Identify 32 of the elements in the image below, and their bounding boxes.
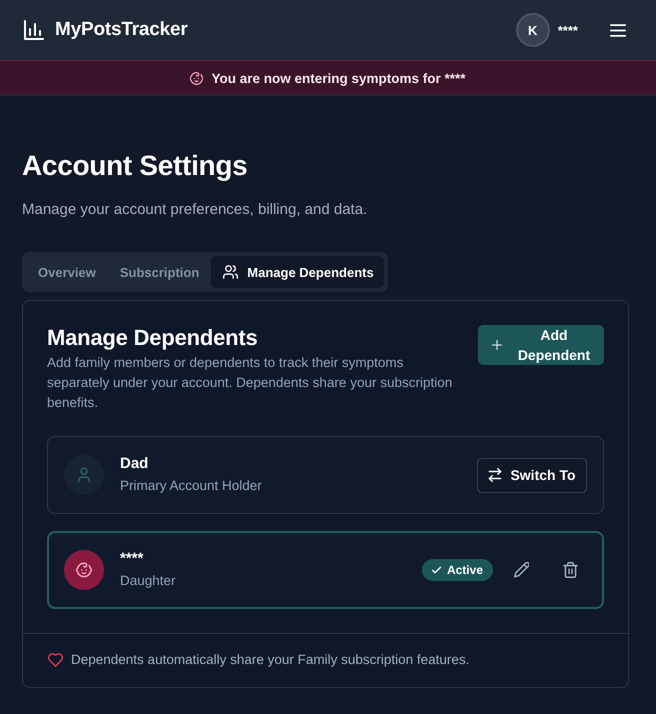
section-title: Manage Dependents [47, 325, 259, 351]
plus-icon [492, 340, 502, 350]
banner-text: You are now entering symptoms for **** [211, 70, 466, 86]
dependent-relation: Daughter [120, 572, 177, 590]
baby-face-icon [64, 550, 104, 590]
bar-chart-icon [24, 20, 44, 40]
page-subtitle: Manage your account preferences, billing, and data. [22, 200, 368, 220]
dependent-name: **** [120, 550, 144, 568]
dependent-name: Dad [120, 455, 150, 473]
dependent-card[interactable]: **** Daughter Active [47, 531, 604, 609]
person-icon [64, 455, 104, 495]
page-title: Account Settings [22, 149, 248, 183]
menu-icon [610, 24, 626, 36]
swap-arrows-icon [488, 468, 502, 482]
switch-to-button[interactable]: Switch To [477, 458, 587, 492]
tab[interactable]: Manage Dependents [211, 256, 384, 288]
people-icon [223, 265, 238, 279]
user-name: **** [558, 22, 578, 38]
tab[interactable]: Subscription [108, 256, 210, 288]
pencil-icon [514, 562, 528, 578]
baby-face-icon [190, 72, 204, 84]
trash-icon [562, 562, 578, 578]
add-dependent-button[interactable]: Add Dependent [478, 325, 604, 365]
dependent-relation: Primary Account Holder [120, 477, 263, 495]
section-description: Add family members or dependents to track their symptoms separately under your account. Dependents share your subscription benefits. [47, 354, 454, 412]
user-avatar[interactable]: K [516, 13, 550, 47]
dependent-card[interactable]: Dad Primary Account Holder Switch To [47, 436, 604, 514]
heart-icon [48, 653, 63, 667]
footer-note: Dependents automatically share your Family subscription features. [71, 651, 470, 669]
app-logo[interactable]: MyPotsTracker [55, 19, 188, 41]
active-badge: Active [422, 559, 493, 581]
tab[interactable]: Overview [26, 256, 106, 288]
